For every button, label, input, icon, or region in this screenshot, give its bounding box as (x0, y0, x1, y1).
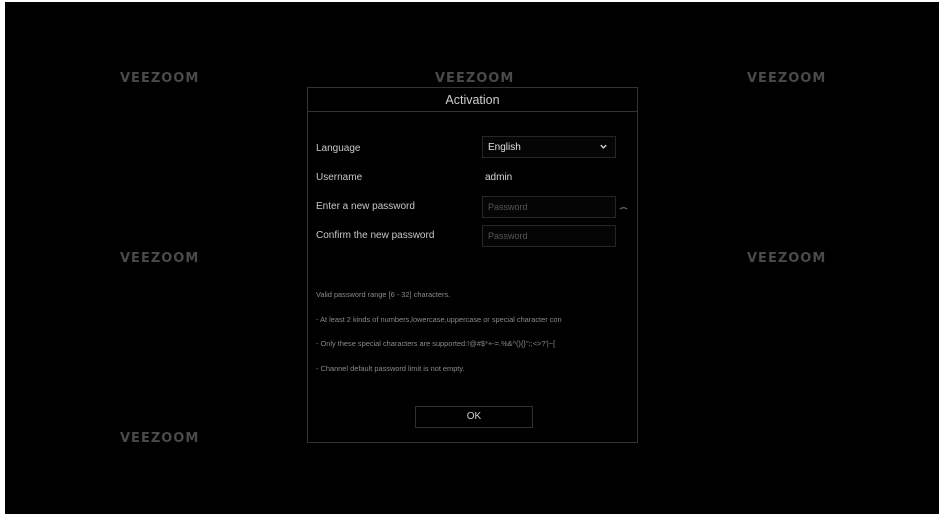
ok-button[interactable]: OK (415, 406, 533, 428)
confirm-password-input[interactable]: Password (482, 225, 616, 247)
watermark-logo: VEEZOOM (120, 431, 200, 446)
watermark-logo: VEEZOOM (435, 71, 515, 86)
language-select[interactable]: English (482, 136, 616, 158)
dialog-title: Activation (308, 88, 637, 112)
activation-dialog: Activation Language English Username adm… (307, 87, 638, 443)
confirm-password-label: Confirm the new password (316, 230, 435, 241)
language-label: Language (316, 143, 361, 154)
eye-icon[interactable] (619, 206, 628, 212)
screen: VEEZOOM VEEZOOM VEEZOOM VEEZOOM VEEZOOM … (5, 2, 939, 514)
chevron-down-icon (600, 144, 607, 149)
password-rule: Valid password range [6 - 32] characters… (316, 290, 451, 299)
username-label: Username (316, 172, 363, 183)
password-rule: - At least 2 kinds of numbers,lowercase,… (316, 315, 562, 324)
username-value: admin (485, 172, 513, 183)
new-password-input[interactable]: Password (482, 196, 616, 218)
watermark-logo: VEEZOOM (747, 251, 827, 266)
watermark-logo: VEEZOOM (747, 71, 827, 86)
watermark-logo: VEEZOOM (120, 71, 200, 86)
watermark-logo: VEEZOOM (120, 251, 200, 266)
password-rule: - Channel default password limit is not … (316, 364, 465, 373)
new-password-label: Enter a new password (316, 201, 415, 212)
password-rule: - Only these special characters are supp… (316, 339, 556, 348)
language-select-value: English (488, 142, 521, 153)
